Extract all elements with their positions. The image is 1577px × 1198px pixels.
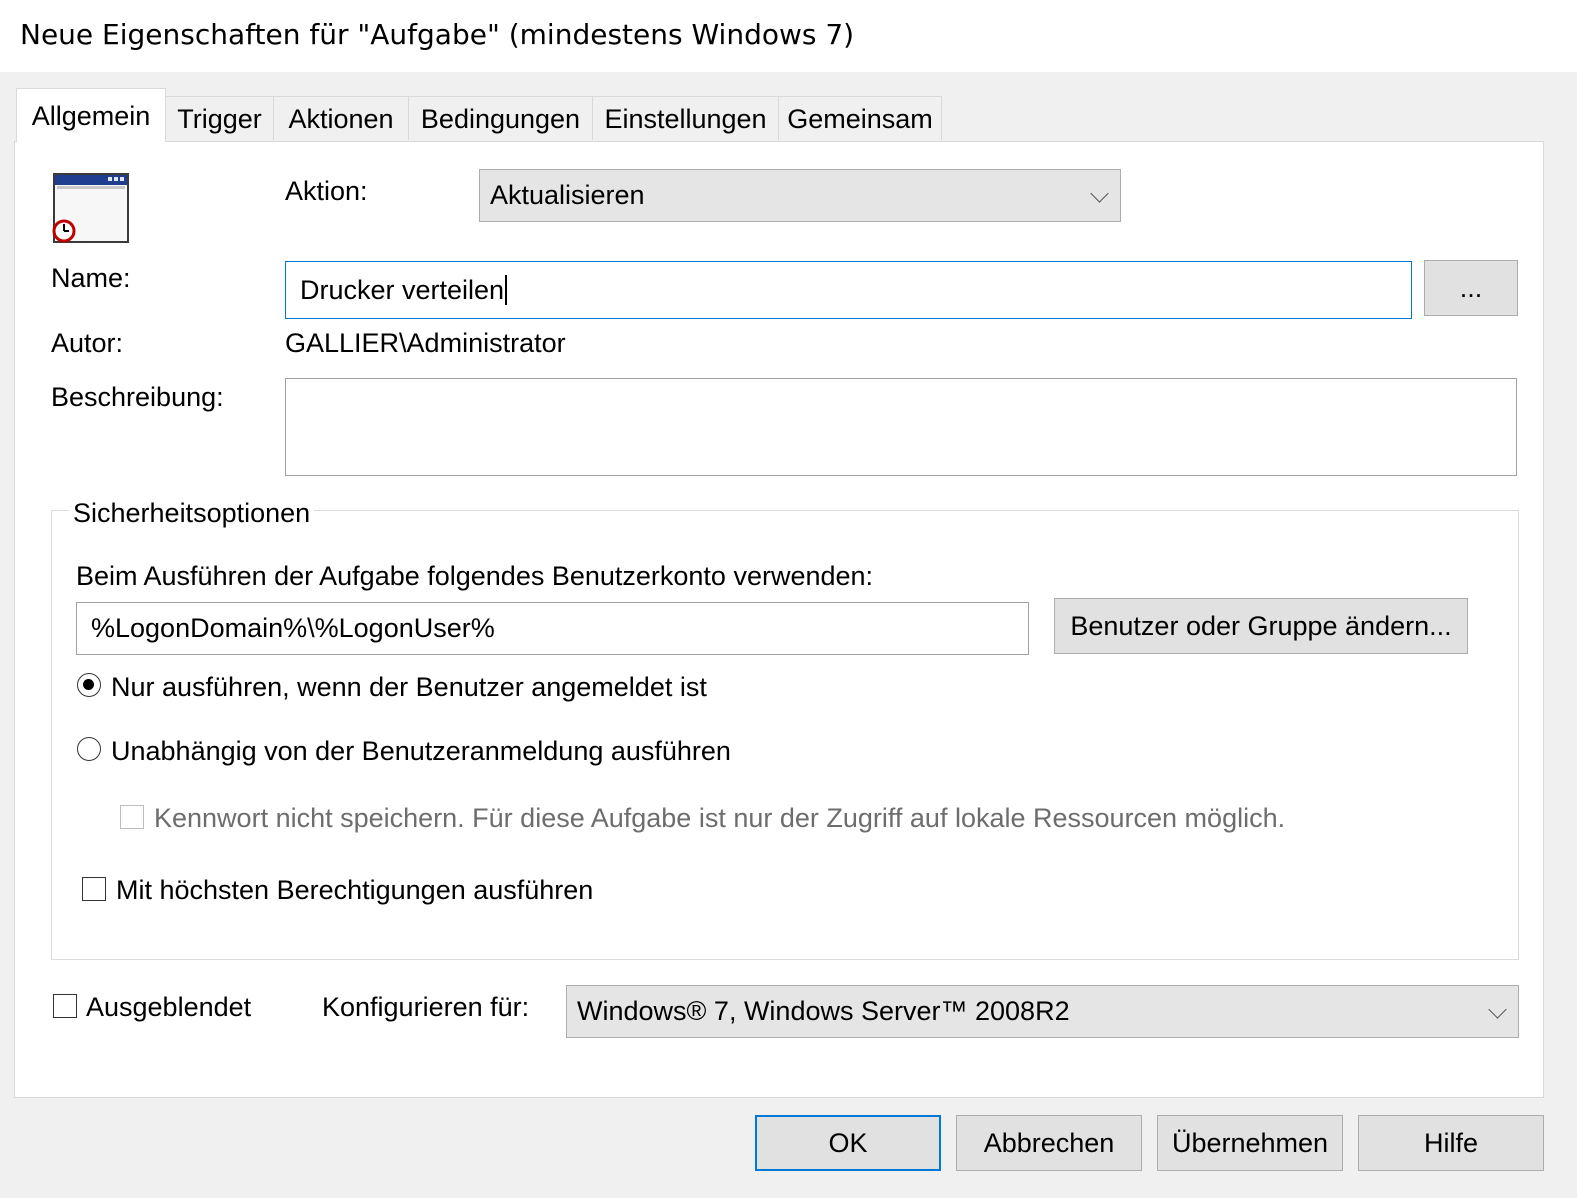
tab-label: Allgemein [31,101,151,131]
name-label: Name: [51,263,131,293]
dont-store-password-checkbox[interactable] [120,805,144,829]
description-field[interactable] [285,378,1517,476]
title-bar: Neue Eigenschaften für "Aufgabe" (mindes… [0,0,1577,72]
tab-label: Bedingungen [420,104,581,134]
action-dropdown-value: Aktualisieren [490,180,645,210]
dont-store-password-label: Kennwort nicht speichern. Für diese Aufg… [154,803,1286,833]
ok-button[interactable]: OK [755,1115,941,1171]
radio-independent[interactable] [77,737,101,761]
tab-allgemein[interactable]: Allgemein [16,88,166,142]
browse-button[interactable]: ... [1424,260,1518,316]
tab-bedingungen[interactable]: Bedingungen [408,96,593,140]
tab-einstellungen[interactable]: Einstellungen [592,96,779,140]
configure-for-value: Windows® 7, Windows Server™ 2008R2 [577,996,1070,1026]
cancel-button[interactable]: Abbrechen [956,1115,1142,1171]
text-cursor [505,275,508,305]
tab-gemeinsam[interactable]: Gemeinsam [778,96,942,140]
tab-label: Aktionen [288,104,394,134]
account-prompt: Beim Ausführen der Aufgabe folgendes Ben… [76,561,874,591]
help-button-label: Hilfe [1423,1127,1478,1158]
tab-label: Gemeinsam [787,104,933,134]
hidden-label[interactable]: Ausgeblendet [86,992,251,1023]
hidden-checkbox[interactable] [53,994,77,1018]
ok-button-label: OK [828,1127,868,1158]
name-field-value: Drucker verteilen [300,274,505,305]
tab-panel-allgemein: Aktion: Aktualisieren Name: Drucker vert… [14,141,1544,1098]
help-button[interactable]: Hilfe [1358,1115,1544,1171]
chevron-down-icon [1090,183,1109,203]
apply-button-label: Übernehmen [1171,1127,1329,1158]
action-dropdown[interactable]: Aktualisieren [479,169,1121,222]
account-field[interactable]: %LogonDomain%\%LogonUser% [76,602,1029,655]
cancel-button-label: Abbrechen [983,1127,1115,1158]
action-label: Aktion: [285,176,368,206]
highest-privileges-label[interactable]: Mit höchsten Berechtigungen ausführen [116,875,593,906]
account-field-value: %LogonDomain%\%LogonUser% [91,613,495,643]
highest-privileges-checkbox[interactable] [82,877,106,901]
tab-label: Einstellungen [604,104,767,134]
browse-button-label: ... [1459,272,1483,303]
radio-selected-dot [83,679,94,690]
radio-independent-label[interactable]: Unabhängig von der Benutzeranmeldung aus… [111,736,731,767]
tab-aktionen[interactable]: Aktionen [273,96,409,140]
description-label: Beschreibung: [51,382,224,412]
configure-for-dropdown[interactable]: Windows® 7, Windows Server™ 2008R2 [566,985,1519,1038]
radio-logged-on[interactable] [77,673,101,697]
change-user-button-label: Benutzer oder Gruppe ändern... [1070,610,1452,641]
configure-for-label: Konfigurieren für: [322,992,530,1022]
window-title: Neue Eigenschaften für "Aufgabe" (mindes… [20,18,855,51]
tab-trigger[interactable]: Trigger [165,96,274,140]
tab-label: Trigger [177,104,262,134]
radio-logged-on-label[interactable]: Nur ausführen, wenn der Benutzer angemel… [111,672,707,703]
change-user-button[interactable]: Benutzer oder Gruppe ändern... [1054,598,1468,654]
chevron-down-icon [1488,999,1507,1019]
author-value: GALLIER\Administrator [285,328,566,358]
scheduled-task-window-icon [52,172,132,244]
name-field[interactable]: Drucker verteilen [285,261,1412,319]
apply-button[interactable]: Übernehmen [1157,1115,1343,1171]
author-label: Autor: [51,328,124,358]
security-group-title: Sicherheitsoptionen [69,498,315,529]
